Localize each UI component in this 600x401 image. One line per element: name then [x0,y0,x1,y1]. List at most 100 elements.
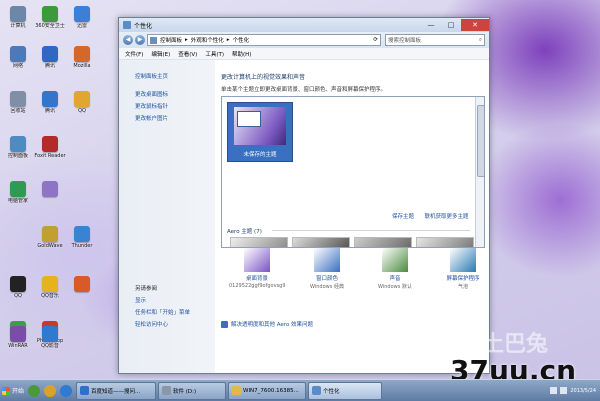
desktop-icon[interactable]: Foxit Reader [33,135,67,171]
window-titlebar[interactable]: 个性化 — □ ✕ [119,18,489,32]
desktop-icon[interactable]: Thunder [65,225,99,261]
main-pane: 更改计算机上的视觉效果和声音 单击某个主题立即更改桌面背景、窗口颜色、声音和屏幕… [215,60,489,373]
theme-unsaved-label: 未保存的主题 [243,152,277,158]
search-icon[interactable]: ⌕ [479,37,482,44]
app-icon [74,226,90,242]
theme-settings-row: 桌面背景 0129522ggf9ofgovsg9... 窗口颜色 Windows 经典… [215,248,489,308]
desktop-icon[interactable]: 回收站 [1,90,35,126]
display-link[interactable]: 显示 [135,296,146,304]
change-mouse-pointer-link[interactable]: 更改鼠标指针 [135,102,168,110]
theme-setting-screensaver[interactable]: 屏幕保护程序 气泡 [435,248,491,290]
get-more-themes-link[interactable]: 联机获取更多主题 [425,214,469,220]
windows-logo-icon [1,386,10,395]
desktop-icon[interactable]: QQ音乐 [33,275,67,311]
desktop-icon[interactable]: 网络 [1,45,35,81]
taskbar-button-baidu[interactable]: 百度知道——搜问... [76,381,156,400]
change-desktop-icons-link[interactable]: 更改桌面图标 [135,90,168,98]
app-icon [10,326,26,342]
app-icon [10,181,26,197]
desktop-icon[interactable]: 迅雷 [65,5,99,41]
desktop-icon[interactable]: 计算机 [1,5,35,41]
desktop-icon[interactable]: 控制面板 [1,135,35,171]
desktop-icon[interactable]: QQ [1,275,35,311]
see-also-title: 另请参阅 [135,286,158,292]
aero-theme-windows7[interactable] [230,237,288,247]
aero-themes-heading: Aero 主题 (7) [227,229,262,235]
menu-edit[interactable]: 编辑(E) [151,50,170,58]
app-icon [10,91,26,107]
change-account-picture-link[interactable]: 更改帐户图片 [135,114,168,122]
forward-button[interactable]: ▶ [135,35,145,45]
refresh-icon[interactable]: ⟳ [373,37,378,43]
desktop-icon[interactable]: 腾讯 [33,90,67,126]
quick-launch-360-icon[interactable] [28,384,40,397]
app-icon [42,46,58,62]
desktop-icon-label: 电脑管家 [7,198,28,204]
desktop-icon[interactable]: Mozilla [65,45,99,81]
taskbar-button-win7-folder[interactable]: WIN7_7600.16385... [228,381,306,400]
theme-setting-label: 窗口颜色 [315,276,338,282]
ease-of-access-link[interactable]: 轻松访问中心 [135,320,168,328]
window-title: 个性化 [134,22,153,30]
desktop-icon[interactable]: GoldWave [33,225,67,261]
back-button[interactable]: ◀ [123,35,133,45]
taskbar-button-software-drive[interactable]: 软件 (D:) [158,381,226,400]
screensaver-icon [450,248,476,272]
menu-bar: 文件(F) 编辑(E) 查看(V) 工具(T) 帮助(H) [119,48,489,60]
desktop-icon[interactable]: 腾讯 [33,45,67,81]
menu-file[interactable]: 文件(F) [125,50,143,58]
personalization-window[interactable]: 个性化 — □ ✕ ◀ ▶ 控制面板 ▸ 外观和个性化 ▸ 个性化 ⟳ 搜索控制面板… [118,17,490,374]
menu-help[interactable]: 帮助(H) [232,50,251,58]
aero-theme-characters[interactable] [354,237,412,247]
desktop-icon-label: QQ影音 [41,343,59,349]
theme-window-preview [237,111,261,127]
menu-tools[interactable]: 工具(T) [205,50,224,58]
app-icon [74,91,90,107]
clock[interactable]: 2013/5/24 [570,388,596,394]
desktop-icon[interactable]: QQ影音 [33,325,67,361]
taskbar-start-menu-link[interactable]: 任务栏和「开始」菜单 [135,308,190,316]
desktop-icon-label: Foxit Reader [34,153,66,159]
minimize-button[interactable]: — [421,19,441,31]
desktop-icon[interactable]: QQ [65,90,99,126]
theme-unsaved[interactable]: 未保存的主题 [227,102,293,162]
address-bar[interactable]: 控制面板 ▸ 外观和个性化 ▸ 个性化 ⟳ [147,34,381,46]
desktop-icon-label: Thunder [71,243,93,249]
desktop-icon[interactable] [33,180,67,216]
aero-troubleshoot-link[interactable]: 解决透明度和其他 Aero 效果问题 [221,320,313,328]
start-button[interactable]: 开始 [0,382,26,400]
quick-launch-qq-icon[interactable] [44,384,56,397]
quick-launch-browser-icon[interactable] [60,384,72,397]
network-icon[interactable] [550,387,558,394]
app-icon [42,226,58,242]
folder-icon [232,386,241,395]
desktop-icon[interactable] [65,275,99,311]
close-button[interactable]: ✕ [461,19,489,31]
theme-setting-label: 声音 [389,276,401,282]
aero-theme-architecture[interactable] [292,237,350,247]
theme-setting-label: 屏幕保护程序 [446,276,480,282]
desktop-icon-label: WinRAR [8,343,28,349]
theme-setting-sound[interactable]: 声音 Windows 默认 [367,248,423,290]
taskbar-button-personalization[interactable]: 个性化 [308,381,382,400]
menu-view[interactable]: 查看(V) [178,50,197,58]
desktop-icon[interactable]: 360安全卫士 [33,5,67,41]
breadcrumb-0[interactable]: 控制面板 [160,36,182,44]
theme-setting-window-color[interactable]: 窗口颜色 Windows 经典 [299,248,355,290]
breadcrumb-2[interactable]: 个性化 [233,36,250,44]
desktop-icon-label: 回收站 [10,108,26,114]
desktop-icon[interactable]: WinRAR [1,325,35,361]
desktop-icon[interactable]: 电脑管家 [1,180,35,216]
volume-icon[interactable] [560,387,568,394]
themes-list[interactable]: 未保存的主题 保存主题 联机获取更多主题 Aero 主题 (7) [221,96,485,248]
themes-scrollbar[interactable] [475,97,484,247]
search-input[interactable]: 搜索控制面板 ⌕ [385,34,485,46]
theme-setting-desktop-background[interactable]: 桌面背景 0129522ggf9ofgovsg9... [229,248,285,289]
control-panel-home-link[interactable]: 控制面板主页 [135,72,168,80]
maximize-button[interactable]: □ [441,19,461,31]
theme-setting-value: Windows 经典 [310,284,344,290]
save-theme-link[interactable]: 保存主题 [392,214,414,220]
breadcrumb-1[interactable]: 外观和个性化 [191,36,224,44]
aero-theme-landscapes[interactable] [416,237,474,247]
scrollbar-thumb[interactable] [477,105,484,177]
